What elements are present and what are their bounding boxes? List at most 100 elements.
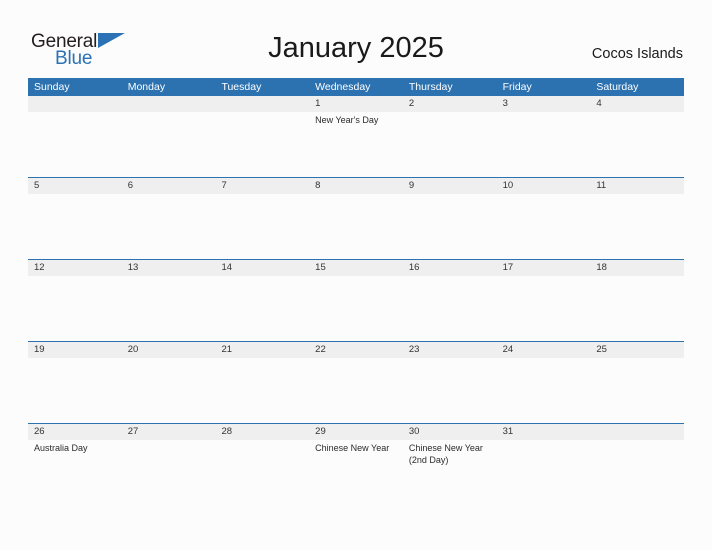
day-number-3[interactable]: 3 — [497, 96, 591, 112]
weekday-header-sunday: Sunday — [34, 81, 70, 93]
day-number-27[interactable]: 27 — [122, 424, 216, 440]
holiday-label: Chinese New Year — [315, 443, 390, 453]
week-date-band: 1234 — [28, 96, 684, 112]
calendar-grid: Sunday Monday Tuesday Wednesday Thursday Frid… — [28, 78, 684, 505]
day-cell[interactable] — [403, 276, 497, 341]
weekday-header-saturday: Saturday — [596, 81, 639, 93]
weekday-header-tuesday: Tuesday — [221, 81, 262, 93]
day-cell[interactable] — [28, 194, 122, 259]
day-cell[interactable] — [215, 194, 309, 259]
day-cell[interactable]: Australia Day — [28, 440, 122, 505]
day-cell[interactable] — [497, 358, 591, 423]
day-cell[interactable] — [122, 112, 216, 177]
day-cell[interactable] — [215, 358, 309, 423]
calendar-week-row: 19 20 21 22 23 24 25 — [28, 341, 684, 423]
day-cell[interactable] — [215, 276, 309, 341]
day-number-22[interactable]: 22 — [309, 342, 403, 358]
calendar-weeks: 1 2 3 4 New Year's Day 5 6 7 8 9 10 11 12 13 14 15 16 17 1… — [28, 96, 684, 505]
day-number-17[interactable]: 17 — [497, 260, 591, 276]
day-number-25[interactable]: 25 — [590, 342, 684, 358]
day-number-empty — [215, 96, 309, 112]
day-cell[interactable] — [309, 194, 403, 259]
day-number-9[interactable]: 9 — [403, 178, 497, 194]
holiday-label: New Year's Day — [315, 115, 379, 125]
day-number-14[interactable]: 14 — [215, 260, 309, 276]
day-number-16[interactable]: 16 — [403, 260, 497, 276]
day-cell[interactable] — [122, 358, 216, 423]
day-cell[interactable] — [497, 440, 591, 505]
day-cell[interactable] — [497, 194, 591, 259]
page-header: General Blue January 2025 Cocos Islands — [0, 0, 712, 72]
weekday-header-friday: Friday — [502, 81, 532, 93]
day-number-26[interactable]: 26 — [28, 424, 122, 440]
day-number-20[interactable]: 20 — [122, 342, 216, 358]
calendar-page: General Blue January 2025 Cocos Islands … — [0, 0, 712, 550]
week-event-band — [28, 358, 684, 423]
day-cell[interactable] — [309, 358, 403, 423]
day-cell[interactable] — [403, 358, 497, 423]
day-number-empty — [590, 424, 684, 440]
day-number-11[interactable]: 11 — [590, 178, 684, 194]
calendar-week-row: 1 2 3 4 New Year's Day — [28, 96, 684, 177]
week-date-band: 26 27 28 29 30 31 — [28, 424, 684, 440]
week-date-band: 19 20 21 22 23 24 25 — [28, 342, 684, 358]
day-number-empty — [28, 96, 122, 112]
day-cell[interactable] — [215, 112, 309, 177]
day-cell[interactable] — [497, 276, 591, 341]
week-event-band — [28, 194, 684, 259]
day-cell[interactable] — [590, 112, 684, 177]
day-number-18[interactable]: 18 — [590, 260, 684, 276]
day-cell[interactable] — [590, 194, 684, 259]
calendar-week-row: 5 6 7 8 9 10 11 — [28, 177, 684, 259]
day-number-30[interactable]: 30 — [403, 424, 497, 440]
day-cell[interactable] — [215, 440, 309, 505]
week-event-band — [28, 276, 684, 341]
day-number-1[interactable]: 1 — [309, 96, 403, 112]
day-cell[interactable] — [309, 276, 403, 341]
day-cell[interactable]: New Year's Day — [309, 112, 403, 177]
day-number-8[interactable]: 8 — [309, 178, 403, 194]
day-cell[interactable] — [28, 276, 122, 341]
day-number-5[interactable]: 5 — [28, 178, 122, 194]
day-number-empty — [122, 96, 216, 112]
day-cell[interactable] — [28, 112, 122, 177]
day-number-10[interactable]: 10 — [497, 178, 591, 194]
day-number-19[interactable]: 19 — [28, 342, 122, 358]
week-event-band: New Year's Day — [28, 112, 684, 177]
day-number-28[interactable]: 28 — [215, 424, 309, 440]
day-cell[interactable] — [122, 276, 216, 341]
day-number-15[interactable]: 15 — [309, 260, 403, 276]
day-number-2[interactable]: 2 — [403, 96, 497, 112]
day-cell[interactable] — [590, 440, 684, 505]
day-number-6[interactable]: 6 — [122, 178, 216, 194]
day-number-21[interactable]: 21 — [215, 342, 309, 358]
weekday-header-thursday: Thursday — [408, 81, 453, 93]
day-number-7[interactable]: 7 — [215, 178, 309, 194]
week-date-band: 12 13 14 15 16 17 18 — [28, 260, 684, 276]
day-number-24[interactable]: 24 — [497, 342, 591, 358]
day-number-29[interactable]: 29 — [309, 424, 403, 440]
day-cell[interactable] — [590, 358, 684, 423]
weekday-header-monday: Monday — [127, 81, 166, 93]
day-number-23[interactable]: 23 — [403, 342, 497, 358]
week-date-band: 5 6 7 8 9 10 11 — [28, 178, 684, 194]
day-cell[interactable] — [122, 440, 216, 505]
day-number-12[interactable]: 12 — [28, 260, 122, 276]
day-cell[interactable] — [28, 358, 122, 423]
day-cell[interactable] — [403, 194, 497, 259]
day-cell[interactable] — [497, 112, 591, 177]
day-cell[interactable]: Chinese New Year (2nd Day) — [403, 440, 497, 505]
holiday-label: Australia Day — [34, 443, 88, 453]
day-cell[interactable] — [122, 194, 216, 259]
day-number-31[interactable]: 31 — [497, 424, 591, 440]
weekday-header-wednesday: Wednesday — [315, 81, 371, 93]
day-number-4[interactable]: 4 — [590, 96, 684, 112]
day-cell[interactable] — [590, 276, 684, 341]
calendar-location: Cocos Islands — [591, 46, 683, 62]
holiday-label: Chinese New Year (2nd Day) — [408, 443, 483, 465]
day-cell[interactable]: Chinese New Year — [309, 440, 403, 505]
calendar-week-row: 12 13 14 15 16 17 18 — [28, 259, 684, 341]
day-number-13[interactable]: 13 — [122, 260, 216, 276]
weekday-header-row: Sunday Monday Tuesday Wednesday Thursday Frid… — [28, 78, 684, 96]
day-cell[interactable] — [403, 112, 497, 177]
